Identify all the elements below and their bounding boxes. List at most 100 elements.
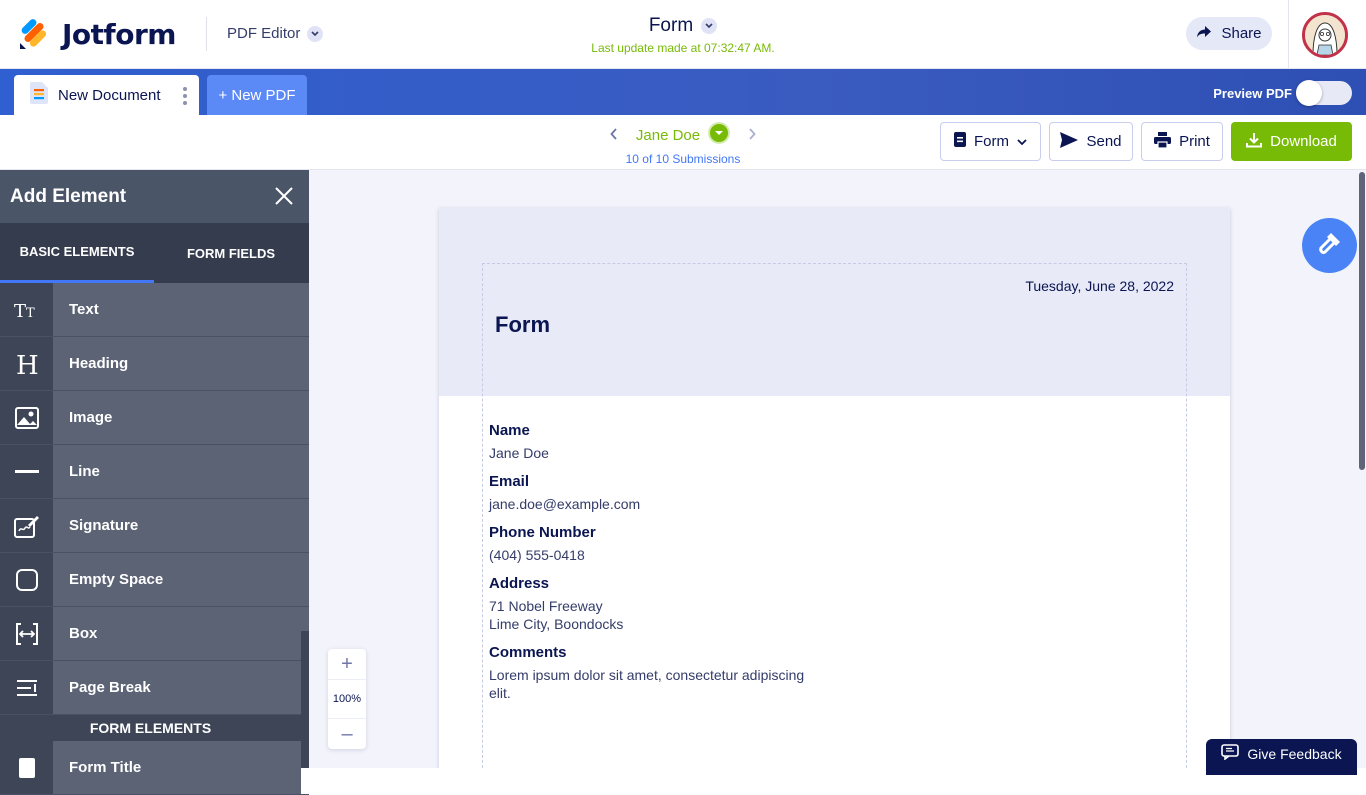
svg-text:H: H bbox=[16, 351, 39, 377]
heading-icon: H bbox=[0, 337, 53, 390]
chevron-down-icon bbox=[1017, 133, 1027, 150]
field-email[interactable]: Email jane.doe@example.com bbox=[489, 473, 889, 513]
text-icon: TT bbox=[0, 283, 53, 336]
field-address[interactable]: Address 71 Nobel Freeway Lime City, Boon… bbox=[489, 575, 889, 633]
element-form-title[interactable]: Form Title bbox=[0, 741, 309, 795]
new-pdf-button[interactable]: + New PDF bbox=[207, 75, 307, 115]
form-heading[interactable]: Form bbox=[495, 312, 550, 338]
element-label: Heading bbox=[53, 337, 301, 390]
last-update-status: Last update made at 07:32:47 AM. bbox=[591, 41, 775, 55]
svg-text:T: T bbox=[26, 306, 35, 319]
element-signature[interactable]: Signature bbox=[0, 499, 309, 553]
panel-scrollbar[interactable] bbox=[301, 631, 309, 768]
previous-submission-icon[interactable] bbox=[610, 127, 618, 144]
field-value: (404) 555-0418 bbox=[489, 547, 585, 563]
line-icon bbox=[0, 445, 53, 498]
avatar-divider bbox=[1288, 0, 1289, 69]
submission-toolbar: Jane Doe 10 of 10 Submissions Form Send … bbox=[0, 115, 1366, 170]
element-empty-space[interactable]: Empty Space bbox=[0, 553, 309, 607]
form-select-button[interactable]: Form bbox=[940, 122, 1041, 161]
panel-title: Add Element bbox=[10, 185, 127, 207]
field-value-line-1: 71 Nobel Freeway bbox=[489, 598, 603, 614]
element-label: Box bbox=[53, 607, 301, 660]
field-label: Comments bbox=[489, 644, 567, 661]
document-title-block: Form Last update made at 07:32:47 AM. bbox=[0, 15, 1366, 55]
scrollbar-thumb[interactable] bbox=[1359, 172, 1365, 470]
field-label: Name bbox=[489, 422, 530, 439]
send-button[interactable]: Send bbox=[1049, 122, 1133, 161]
image-icon bbox=[0, 391, 53, 444]
element-text[interactable]: TT Text bbox=[0, 283, 309, 337]
document-date[interactable]: Tuesday, June 28, 2022 bbox=[1025, 278, 1174, 294]
field-label: Email bbox=[489, 473, 530, 490]
submission-dropdown-icon[interactable] bbox=[708, 122, 731, 148]
zoom-level: 100% bbox=[328, 679, 366, 719]
form-icon bbox=[954, 132, 966, 151]
print-button[interactable]: Print bbox=[1141, 122, 1223, 161]
pdf-canvas: Tuesday, June 28, 2022 Form Name Jane Do… bbox=[309, 170, 1358, 768]
share-label: Share bbox=[1221, 25, 1262, 42]
toggle-knob bbox=[1296, 80, 1322, 106]
paint-roller-icon bbox=[1317, 230, 1343, 261]
design-tools-button[interactable] bbox=[1302, 218, 1357, 273]
box-icon bbox=[0, 607, 53, 660]
chevron-down-icon bbox=[701, 18, 718, 34]
panel-header: Add Element bbox=[0, 170, 309, 223]
zoom-out-button[interactable]: – bbox=[328, 719, 366, 749]
share-button[interactable]: Share bbox=[1186, 17, 1272, 50]
pdf-page: Tuesday, June 28, 2022 Form Name Jane Do… bbox=[439, 208, 1230, 768]
print-icon bbox=[1154, 131, 1172, 152]
next-submission-icon[interactable] bbox=[748, 127, 756, 144]
element-label: Empty Space bbox=[53, 553, 301, 606]
tab-basic-elements[interactable]: BASIC ELEMENTS bbox=[0, 223, 154, 283]
user-avatar[interactable] bbox=[1302, 12, 1348, 58]
element-label: Line bbox=[53, 445, 301, 498]
share-icon bbox=[1196, 25, 1212, 43]
element-page-break[interactable]: Page Break bbox=[0, 661, 309, 715]
preview-pdf-toggle[interactable] bbox=[1296, 80, 1352, 106]
field-value-line-1: Lorem ipsum dolor sit amet, consectetur … bbox=[489, 667, 805, 683]
submission-name[interactable]: Jane Doe bbox=[636, 127, 700, 144]
panel-tabs: BASIC ELEMENTS FORM FIELDS bbox=[0, 223, 309, 283]
element-heading[interactable]: H Heading bbox=[0, 337, 309, 391]
preview-pdf-label: Preview PDF bbox=[1213, 86, 1292, 101]
element-label: Signature bbox=[53, 499, 301, 552]
download-label: Download bbox=[1270, 133, 1337, 150]
element-label: Text bbox=[53, 283, 301, 336]
tab-new-document[interactable]: New Document bbox=[14, 75, 199, 115]
field-value: jane.doe@example.com bbox=[489, 496, 641, 512]
empty-space-icon bbox=[0, 553, 53, 606]
field-name[interactable]: Name Jane Doe bbox=[489, 422, 889, 462]
document-title: Form bbox=[648, 15, 694, 36]
document-title-dropdown[interactable]: Form bbox=[648, 15, 718, 37]
tab-form-fields[interactable]: FORM FIELDS bbox=[154, 223, 308, 283]
element-image[interactable]: Image bbox=[0, 391, 309, 445]
zoom-in-button[interactable]: + bbox=[328, 649, 366, 679]
svg-text:T: T bbox=[14, 301, 26, 319]
element-line[interactable]: Line bbox=[0, 445, 309, 499]
tab-label: New Document bbox=[58, 86, 161, 104]
download-button[interactable]: Download bbox=[1231, 122, 1352, 161]
add-element-panel: Add Element BASIC ELEMENTS FORM FIELDS T… bbox=[0, 170, 309, 795]
signature-icon bbox=[0, 499, 53, 552]
close-icon[interactable] bbox=[275, 187, 293, 205]
zoom-control: + 100% – bbox=[328, 649, 366, 749]
feedback-icon bbox=[1221, 744, 1240, 763]
field-comments[interactable]: Comments Lorem ipsum dolor sit amet, con… bbox=[489, 644, 889, 702]
submission-fields: Name Jane Doe Email jane.doe@example.com… bbox=[489, 422, 889, 713]
form-select-label: Form bbox=[974, 133, 1009, 150]
field-value-line-2: Lime City, Boondocks bbox=[489, 616, 624, 632]
more-options-icon[interactable] bbox=[183, 87, 187, 105]
document-tab-bar: New Document + New PDF Preview PDF bbox=[0, 69, 1366, 115]
document-icon bbox=[30, 82, 48, 108]
element-box[interactable]: Box bbox=[0, 607, 309, 661]
field-label: Address bbox=[489, 575, 550, 592]
give-feedback-button[interactable]: Give Feedback bbox=[1206, 739, 1357, 775]
field-phone-number[interactable]: Phone Number (404) 555-0418 bbox=[489, 524, 889, 564]
top-header: Jotform PDF Editor Form Last update made… bbox=[0, 0, 1366, 69]
field-value-line-2: elit. bbox=[489, 685, 511, 701]
element-label: Page Break bbox=[53, 661, 301, 714]
canvas-scrollbar[interactable] bbox=[1358, 170, 1366, 768]
download-icon bbox=[1246, 132, 1263, 152]
element-label: Image bbox=[53, 391, 301, 444]
